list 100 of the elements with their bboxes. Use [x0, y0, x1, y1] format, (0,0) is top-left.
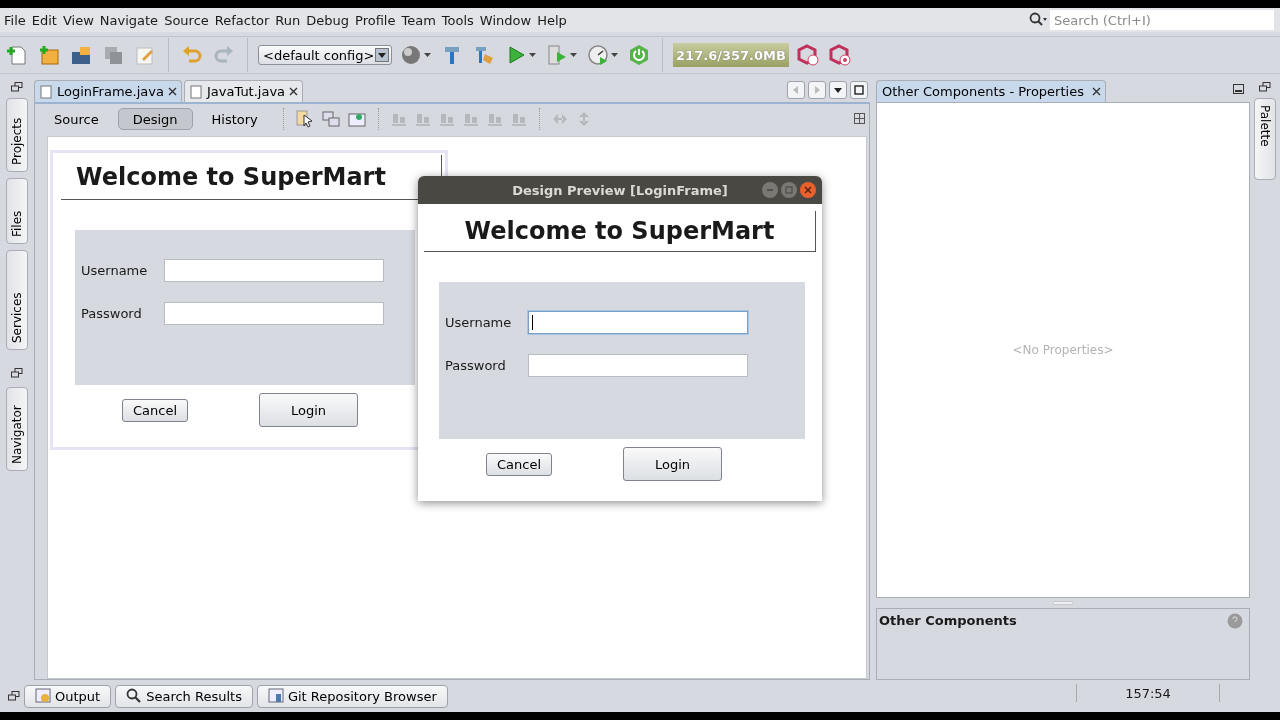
bottom-tab[interactable]: Search Results — [115, 684, 253, 708]
restore-icon — [8, 691, 20, 701]
restore-icon — [1259, 82, 1271, 92]
file-tab[interactable]: LoginFrame.java — [34, 80, 182, 102]
menu-item[interactable]: Tools — [441, 12, 479, 28]
side-tab[interactable]: Palette — [1254, 98, 1276, 180]
repository-icon — [267, 688, 284, 704]
grid-icon — [854, 112, 865, 124]
login-button[interactable]: Login — [259, 393, 358, 427]
cursor-position: 157:54 — [1125, 685, 1171, 701]
eye-icon — [347, 110, 366, 128]
window-title: Design Preview [LoginFrame] — [512, 182, 728, 198]
minimize-button[interactable] — [762, 182, 778, 198]
field-label: Username — [81, 263, 149, 278]
power-icon — [628, 44, 650, 66]
debug-icon — [546, 44, 568, 66]
text-field[interactable] — [164, 302, 384, 325]
menu-item[interactable]: File — [4, 12, 31, 28]
menu-item[interactable]: Window — [479, 12, 537, 28]
section-title: Other Components — [879, 613, 1017, 630]
save-all-icon — [102, 44, 124, 66]
side-tab[interactable]: Projects — [6, 98, 28, 172]
cancel-button[interactable]: Cancel — [486, 452, 552, 476]
restore-icon — [11, 368, 23, 378]
redo-icon — [213, 44, 235, 66]
pencil-icon — [134, 44, 156, 66]
minimize-icon — [1233, 84, 1244, 94]
menu-item[interactable]: Navigate — [99, 12, 164, 28]
close-icon — [804, 186, 812, 194]
maximize-icon — [785, 186, 793, 194]
horizontal-arrows-icon — [551, 111, 568, 127]
caret-icon — [611, 53, 618, 57]
connection-icon — [321, 110, 340, 128]
login-button[interactable]: Login — [623, 447, 722, 481]
side-tab[interactable]: Files — [6, 178, 28, 244]
text-field[interactable] — [164, 259, 384, 282]
java-file-icon — [188, 84, 203, 99]
text-field[interactable] — [528, 354, 748, 377]
empty-message: <No Properties> — [1012, 343, 1114, 357]
bottom-tab[interactable]: Output — [24, 684, 112, 708]
globe-icon — [400, 44, 422, 66]
new-file-icon — [6, 44, 28, 66]
align-right-icon — [414, 111, 431, 127]
text-field[interactable] — [528, 311, 748, 334]
side-tab[interactable]: Services — [6, 250, 28, 350]
pointer-icon — [295, 110, 314, 128]
undo-icon — [181, 44, 203, 66]
java-file-icon — [39, 84, 53, 99]
form-title: Welcome to SuperMart — [424, 211, 816, 252]
new-project-icon — [38, 44, 60, 66]
gauge-icon — [587, 44, 609, 66]
center-vertical-icon — [510, 111, 527, 127]
close-icon — [289, 87, 299, 96]
help-icon — [1227, 613, 1243, 629]
menu-item[interactable]: Source — [164, 12, 214, 28]
caret-icon — [570, 53, 577, 57]
menu-item[interactable]: Edit — [31, 12, 62, 28]
close-icon — [1091, 87, 1101, 96]
console-icon — [35, 688, 51, 704]
search-icon — [1028, 12, 1048, 28]
restore-icon — [11, 82, 23, 92]
left-arrow-icon — [792, 86, 800, 94]
center-horizontal-icon — [438, 111, 455, 127]
field-label: Password — [81, 306, 143, 321]
align-top-icon — [462, 111, 479, 127]
search-field[interactable]: Search (Ctrl+I) — [1050, 10, 1274, 30]
folder-icon — [70, 44, 92, 66]
cube-clock-icon — [797, 44, 819, 66]
menu-item[interactable]: Run — [275, 12, 306, 28]
menu-item[interactable]: Team — [401, 12, 441, 28]
field-label: Password — [445, 358, 507, 373]
menu-item[interactable]: View — [62, 12, 99, 28]
align-bottom-icon — [486, 111, 503, 127]
minimize-icon — [766, 186, 774, 194]
view-tab[interactable]: History — [196, 108, 273, 130]
close-icon — [167, 87, 177, 96]
right-arrow-icon — [813, 86, 821, 94]
view-tab[interactable]: Design — [117, 108, 193, 130]
document-list-button[interactable] — [829, 81, 847, 99]
maximize-button[interactable] — [850, 81, 868, 99]
view-tab[interactable]: Source — [39, 108, 114, 130]
config-dropdown[interactable]: <default config> — [258, 45, 392, 65]
menu-item[interactable]: Help — [537, 12, 572, 28]
scroll-left-button[interactable] — [787, 81, 805, 99]
search-icon — [126, 688, 143, 704]
bottom-tab[interactable]: Git Repository Browser — [256, 684, 448, 708]
caret-icon — [375, 48, 389, 62]
side-tab[interactable]: Navigator — [6, 387, 28, 471]
properties-tab[interactable]: Other Components - Properties — [876, 80, 1106, 102]
menu-item[interactable]: Debug — [306, 12, 355, 28]
file-tab[interactable]: JavaTut.java — [183, 80, 304, 102]
menu-item[interactable]: Profile — [355, 12, 401, 28]
close-button[interactable] — [800, 182, 816, 198]
cancel-button[interactable]: Cancel — [122, 398, 188, 422]
align-left-icon — [390, 111, 407, 127]
down-arrow-icon — [834, 86, 842, 94]
field-label: Username — [445, 315, 513, 330]
menu-item[interactable]: Refactor — [214, 12, 275, 28]
broom-hammer-icon — [473, 44, 495, 66]
caret-icon — [529, 53, 536, 57]
